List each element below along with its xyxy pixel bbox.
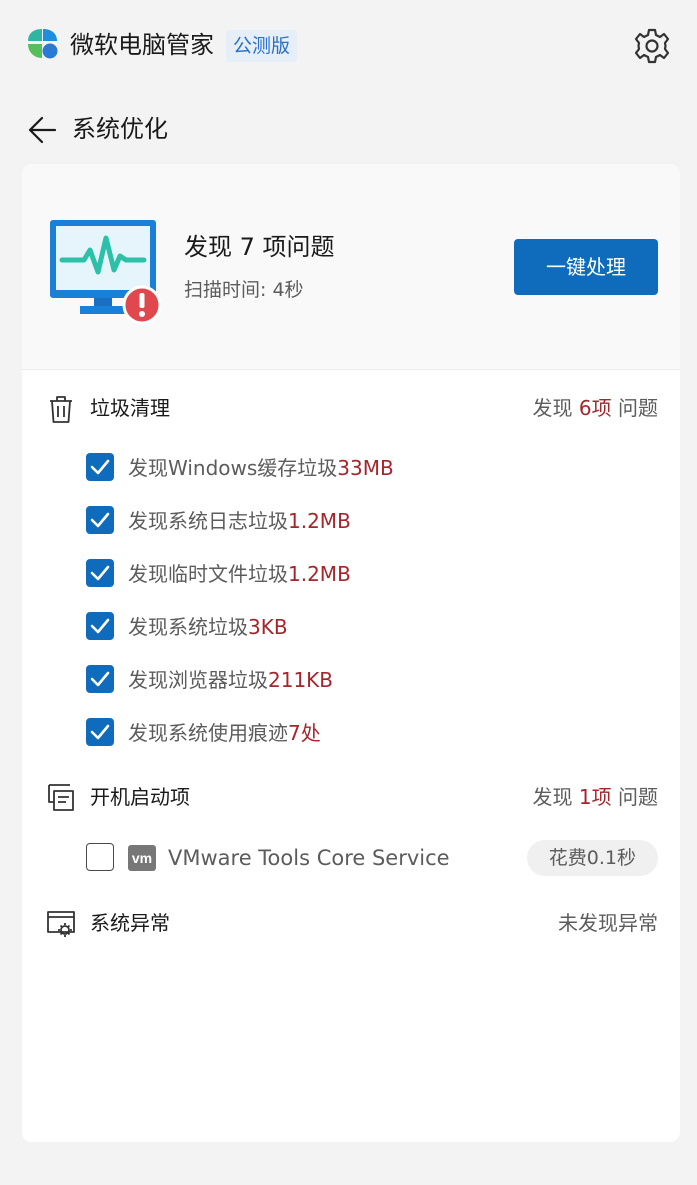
junk-item-label: 发现临时文件垃圾1.2MB [128, 562, 351, 586]
checkmark-icon [90, 618, 110, 634]
app-logo-icon [28, 29, 58, 59]
junk-item-label: 发现系统日志垃圾1.2MB [128, 509, 351, 533]
arrow-left-icon [28, 116, 57, 144]
junk-status-suffix: 问题 [611, 396, 658, 420]
startup-status-prefix: 发现 [532, 785, 579, 809]
junk-item-system-log: 发现系统日志垃圾1.2MB [84, 504, 664, 538]
startup-time-badge: 花费0.1秒 [526, 840, 658, 876]
back-button[interactable] [26, 113, 60, 147]
junk-item-label: 发现系统垃圾3KB [128, 615, 288, 639]
junk-item-checkbox[interactable] [86, 612, 114, 640]
startup-status-suffix: 问题 [611, 785, 658, 809]
junk-item-temp-files: 发现临时文件垃圾1.2MB [84, 557, 664, 591]
settings-button[interactable] [632, 26, 672, 66]
fix-all-button[interactable]: 一键处理 [514, 239, 658, 295]
system-settings-icon [47, 911, 75, 937]
startup-section-status: 发现 1项 问题 [533, 782, 658, 812]
junk-item-system-junk: 发现系统垃圾3KB [84, 610, 664, 644]
checkmark-icon [90, 724, 110, 740]
junk-section-title: 垃圾清理 [90, 396, 170, 420]
startup-item-checkbox[interactable] [86, 843, 114, 871]
app-window: 微软电脑管家 公测版 系统优化 发现 7 项问题 扫描时间: 4秒 一键处理 垃… [0, 0, 697, 1185]
junk-section-status: 发现 6项 问题 [533, 393, 658, 423]
junk-item-label: 发现Windows缓存垃圾33MB [128, 456, 394, 480]
junk-item-checkbox[interactable] [86, 506, 114, 534]
junk-item-label: 发现浏览器垃圾211KB [128, 668, 334, 692]
checkmark-icon [90, 671, 110, 687]
summary-title: 发现 7 项问题 [184, 233, 335, 261]
gear-icon [634, 28, 670, 64]
checkmark-icon [90, 459, 110, 475]
optimization-card: 发现 7 项问题 扫描时间: 4秒 一键处理 垃圾清理 发现 6项 问题 发现W… [22, 164, 680, 1142]
page-title: 系统优化 [72, 115, 168, 143]
startup-apps-icon [48, 784, 74, 811]
vmware-icon: vm [128, 845, 156, 871]
startup-status-count: 1项 [578, 785, 612, 809]
scan-time: 扫描时间: 4秒 [184, 279, 304, 301]
junk-item-windows-cache: 发现Windows缓存垃圾33MB [84, 451, 664, 485]
app-title: 微软电脑管家 [70, 31, 214, 59]
trash-icon [50, 396, 72, 423]
title-bar: 微软电脑管家 公测版 [0, 0, 697, 90]
junk-status-prefix: 发现 [532, 396, 579, 420]
junk-item-checkbox[interactable] [86, 718, 114, 746]
summary-panel: 发现 7 项问题 扫描时间: 4秒 一键处理 [22, 164, 680, 370]
monitor-alert-icon [50, 220, 162, 325]
system-section-status: 未发现异常 [558, 911, 658, 935]
beta-badge: 公测版 [226, 30, 298, 62]
checkmark-icon [90, 512, 110, 528]
junk-status-count: 6项 [578, 396, 612, 420]
junk-item-checkbox[interactable] [86, 665, 114, 693]
checkmark-icon [90, 565, 110, 581]
startup-section-title: 开机启动项 [90, 785, 190, 809]
junk-item-browser: 发现浏览器垃圾211KB [84, 663, 664, 697]
junk-item-label: 发现系统使用痕迹7处 [128, 721, 321, 745]
junk-item-checkbox[interactable] [86, 559, 114, 587]
junk-item-checkbox[interactable] [86, 453, 114, 481]
junk-item-usage-traces: 发现系统使用痕迹7处 [84, 716, 664, 750]
startup-item-label: VMware Tools Core Service [168, 846, 450, 870]
system-section-title: 系统异常 [90, 911, 170, 935]
